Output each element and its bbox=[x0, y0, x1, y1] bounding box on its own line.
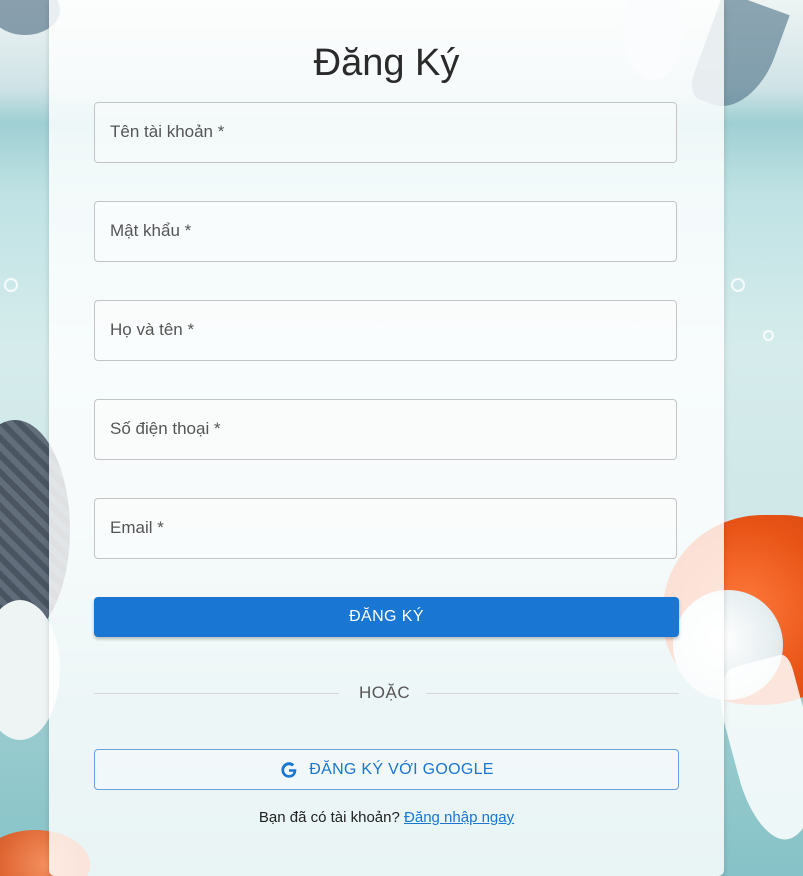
divider-label: HOẶC bbox=[359, 683, 411, 702]
username-field[interactable]: Tên tài khoản * bbox=[94, 102, 677, 163]
email-input[interactable] bbox=[95, 499, 676, 558]
phone-label: Số điện thoại * bbox=[110, 419, 221, 438]
register-button[interactable]: ĐĂNG KÝ bbox=[94, 597, 679, 637]
password-field[interactable]: Mật khẩu * bbox=[94, 201, 677, 262]
bubble-decoration bbox=[731, 278, 745, 292]
register-card: Đăng Ký Tên tài khoản * Mật khẩu * Họ và… bbox=[49, 0, 724, 876]
google-register-label: ĐĂNG KÝ VỚI GOOGLE bbox=[309, 760, 494, 778]
bubble-decoration bbox=[763, 330, 774, 341]
email-label: Email * bbox=[110, 518, 164, 537]
bubble-decoration bbox=[4, 278, 18, 292]
google-icon bbox=[281, 761, 298, 778]
email-field[interactable]: Email * bbox=[94, 498, 677, 559]
phone-field[interactable]: Số điện thoại * bbox=[94, 399, 677, 460]
login-prompt-text: Bạn đã có tài khoản? bbox=[258, 809, 400, 826]
divider-line bbox=[426, 693, 679, 694]
page-title: Đăng Ký bbox=[313, 42, 460, 84]
fullname-label: Họ và tên * bbox=[110, 320, 195, 339]
username-label: Tên tài khoản * bbox=[110, 122, 225, 141]
login-link[interactable]: Đăng nhập ngay bbox=[404, 809, 514, 826]
koi-fish-decoration bbox=[711, 652, 803, 848]
or-divider: HOẶC bbox=[94, 683, 679, 703]
login-prompt: Bạn đã có tài khoản? Đăng nhập ngay bbox=[49, 809, 724, 826]
fullname-field[interactable]: Họ và tên * bbox=[94, 300, 677, 361]
google-register-button[interactable]: ĐĂNG KÝ VỚI GOOGLE bbox=[94, 749, 679, 790]
divider-line bbox=[94, 693, 339, 694]
password-label: Mật khẩu * bbox=[110, 221, 192, 240]
